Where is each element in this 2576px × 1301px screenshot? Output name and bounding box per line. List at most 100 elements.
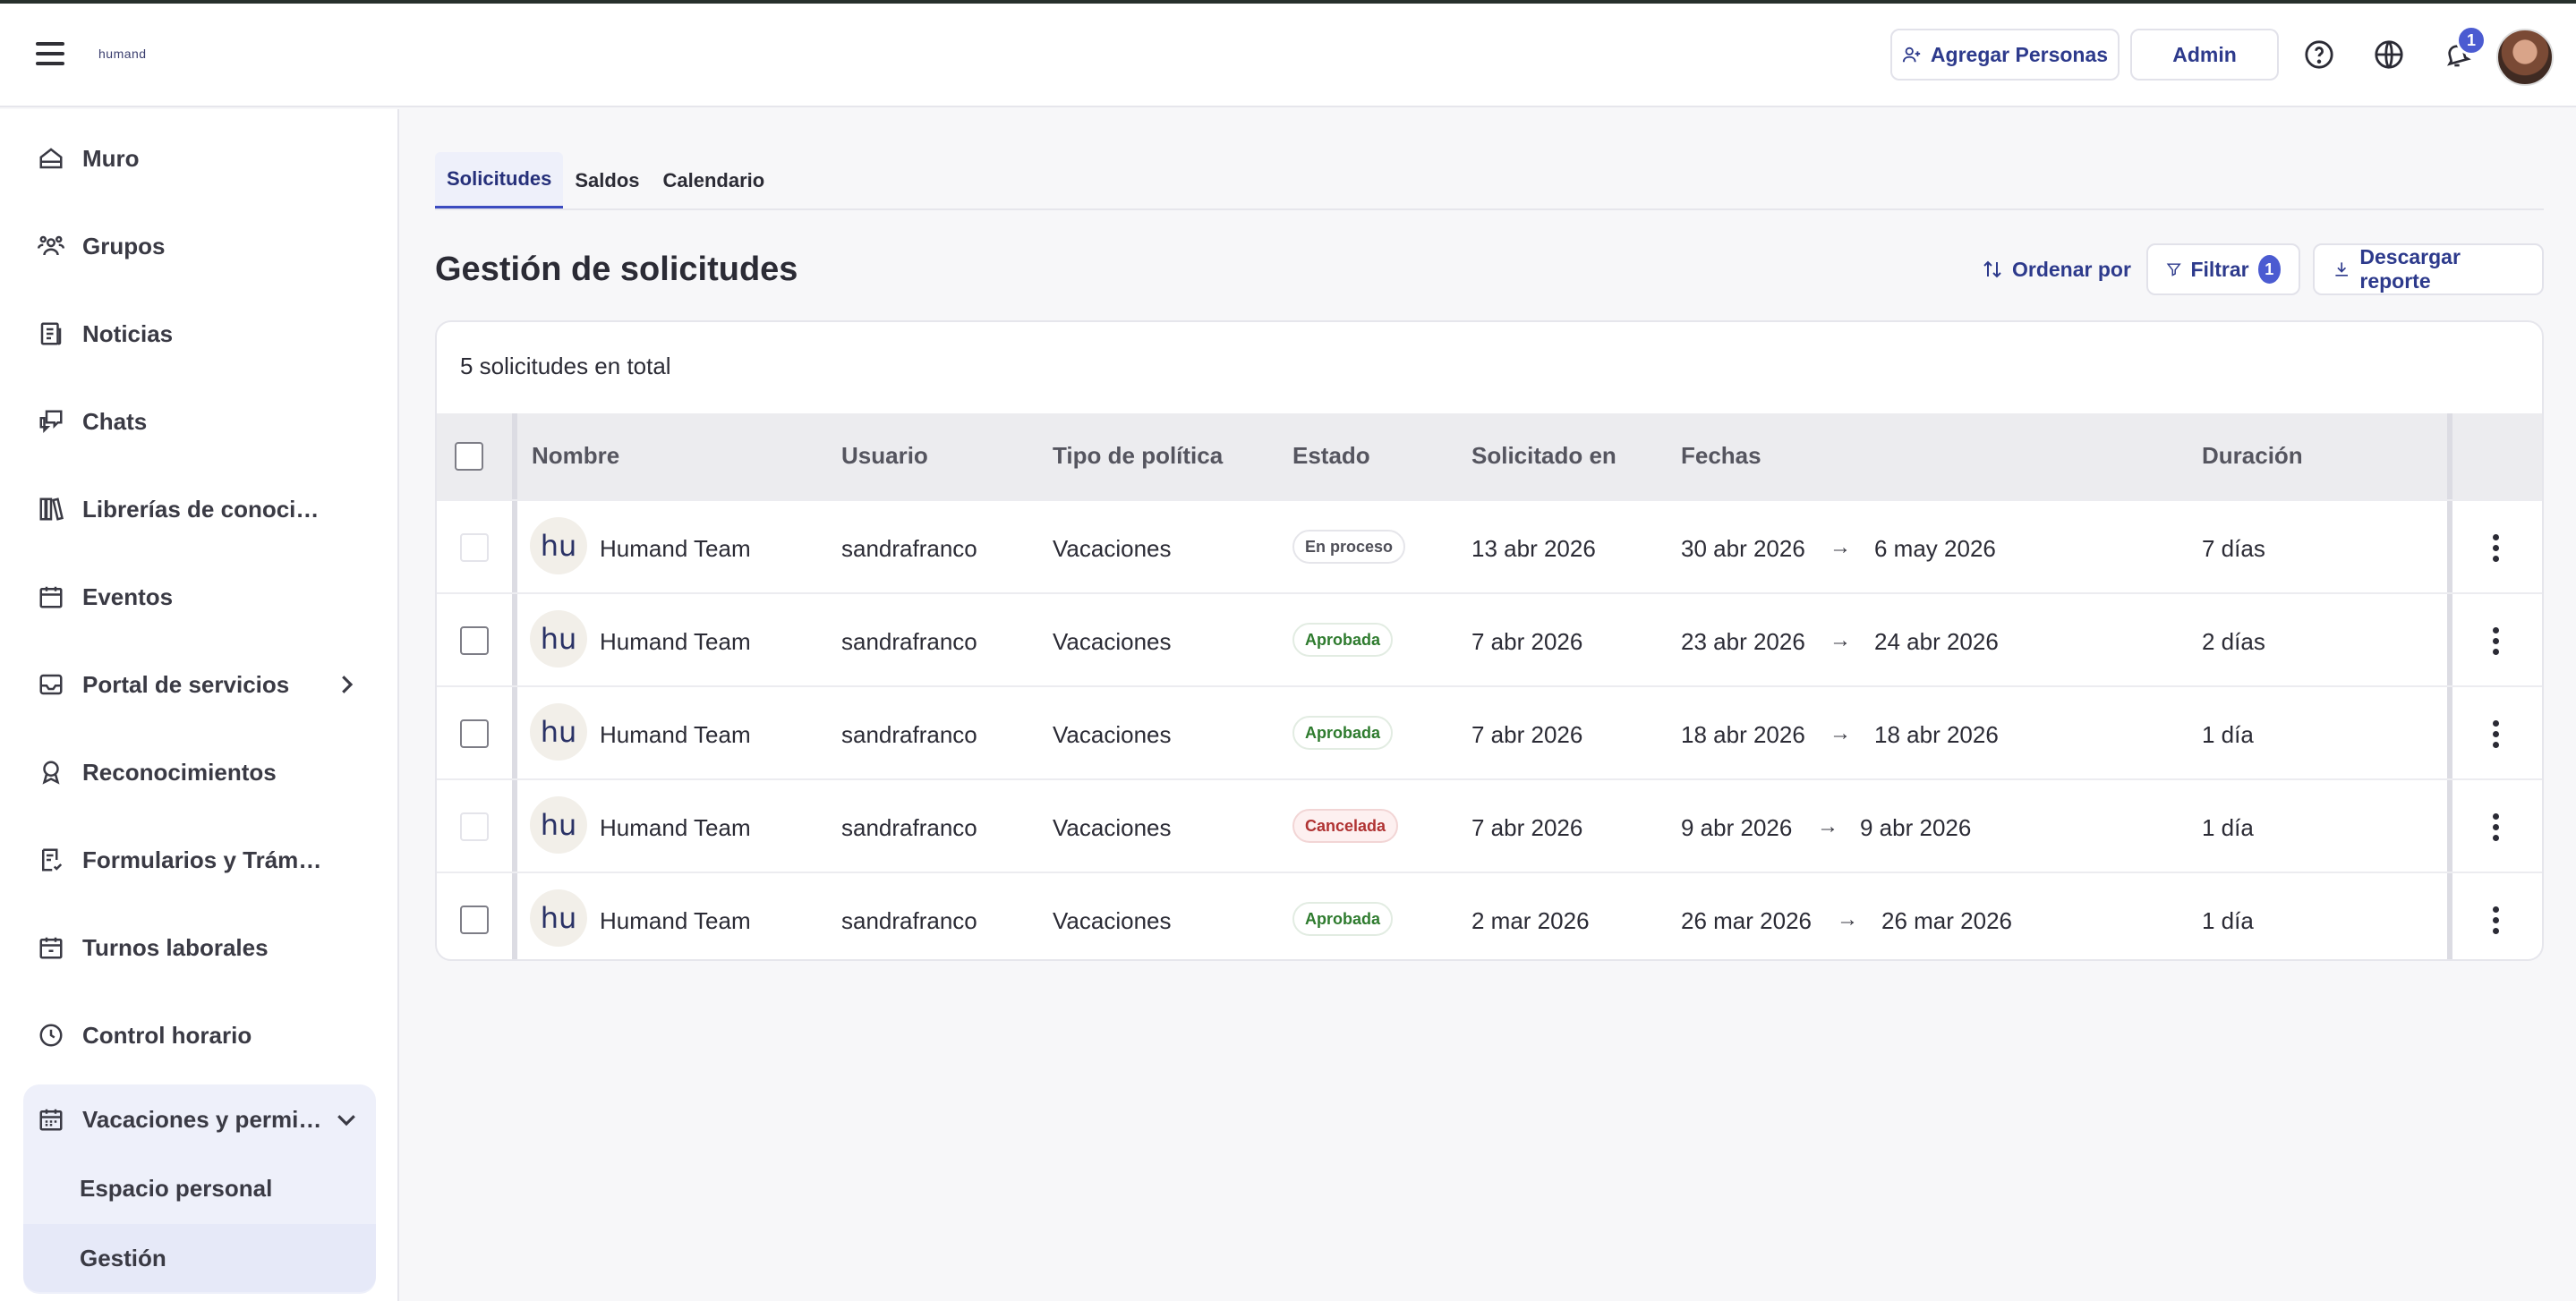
row-checkbox[interactable] (460, 906, 489, 934)
library-icon (36, 494, 66, 524)
arrow-right-icon: → (1830, 535, 1851, 559)
sidebar-item-reconocimientos[interactable]: Reconocimientos (23, 739, 376, 805)
filter-count-badge: 1 (2257, 255, 2281, 284)
chats-icon (36, 406, 66, 437)
table-row[interactable]: hu Humand Team sandrafranco Vacaciones A… (437, 685, 2542, 778)
column-header-usuario[interactable]: Usuario (841, 442, 928, 470)
sidebar-item-grupos[interactable]: Grupos (23, 213, 376, 279)
row-date-to: 6 may 2026 (1874, 535, 1996, 562)
avatar: hu (530, 610, 587, 668)
notification-badge: 1 (2456, 25, 2486, 55)
column-header-tipo-politica[interactable]: Tipo de política (1053, 442, 1223, 470)
page-title: Gestión de solicitudes (435, 251, 798, 288)
download-label: Descargar reporte (2359, 245, 2461, 293)
sidebar-subitem-gestion[interactable]: Gestión (23, 1224, 376, 1292)
column-header-nombre[interactable]: Nombre (532, 442, 619, 470)
sidebar-item-label: Turnos laborales (82, 933, 269, 961)
menu-icon[interactable] (36, 42, 64, 67)
sidebar-item-turnos[interactable]: Turnos laborales (23, 914, 376, 981)
row-requested: 7 abr 2026 (1471, 721, 1583, 748)
row-duration: 1 día (2202, 721, 2254, 748)
row-user: sandrafranco (841, 907, 977, 934)
row-checkbox[interactable] (460, 719, 489, 748)
table-row[interactable]: hu Humand Team sandrafranco Vacaciones C… (437, 778, 2542, 872)
avatar: hu (530, 796, 587, 854)
filter-button[interactable]: Filtrar 1 (2146, 243, 2300, 295)
filter-label: Filtrar (2190, 257, 2249, 281)
tab-calendario[interactable]: Calendario (652, 152, 777, 209)
sidebar-item-chats[interactable]: Chats (23, 388, 376, 455)
column-header-solicitado[interactable]: Solicitado en (1471, 442, 1616, 470)
row-user: sandrafranco (841, 721, 977, 748)
more-options-icon[interactable] (2478, 902, 2513, 938)
admin-label: Admin (2172, 42, 2237, 66)
row-policy: Vacaciones (1053, 721, 1172, 748)
sidebar-item-label: Eventos (82, 582, 174, 610)
sort-icon (1983, 260, 2001, 278)
top-header: humand Agregar Personas Admin 1 (0, 4, 2576, 107)
table-row[interactable]: hu Humand Team sandrafranco Vacaciones A… (437, 592, 2542, 685)
add-people-label: Agregar Personas (1930, 42, 2109, 66)
tab-saldos[interactable]: Saldos (563, 152, 651, 209)
more-options-icon[interactable] (2478, 809, 2513, 845)
sidebar-item-vacaciones[interactable]: Vacaciones y permis… (23, 1086, 376, 1152)
row-user: sandrafranco (841, 628, 977, 655)
sidebar-item-noticias[interactable]: Noticias (23, 301, 376, 367)
more-options-icon[interactable] (2478, 530, 2513, 565)
add-people-button[interactable]: Agregar Personas (1890, 29, 2120, 81)
sidebar-item-eventos[interactable]: Eventos (23, 564, 376, 630)
sidebar-item-control-horario[interactable]: Control horario (23, 1002, 376, 1068)
clock-icon (36, 1020, 66, 1050)
more-options-icon[interactable] (2478, 623, 2513, 659)
app-logo[interactable]: humand (98, 47, 147, 61)
home-icon (36, 143, 66, 174)
table-row[interactable]: hu Humand Team sandrafranco Vacaciones A… (437, 872, 2542, 959)
tab-solicitudes[interactable]: Solicitudes (435, 152, 564, 209)
sidebar-item-librerias[interactable]: Librerías de conocimiento (23, 476, 376, 542)
row-requested: 7 abr 2026 (1471, 628, 1583, 655)
sidebar-item-portal-servicios[interactable]: Portal de servicios (23, 651, 376, 718)
admin-button[interactable]: Admin (2130, 29, 2279, 81)
more-options-icon[interactable] (2478, 716, 2513, 752)
status-badge: Aprobada (1292, 716, 1394, 750)
select-all-checkbox[interactable] (455, 442, 483, 471)
avatar: hu (530, 889, 587, 947)
column-header-fechas[interactable]: Fechas (1681, 442, 1761, 470)
status-badge: Aprobada (1292, 623, 1394, 657)
form-icon (36, 845, 66, 875)
row-policy: Vacaciones (1053, 814, 1172, 841)
table-row[interactable]: hu Humand Team sandrafranco Vacaciones E… (437, 499, 2542, 592)
help-icon[interactable] (2302, 38, 2336, 72)
sidebar-item-formularios[interactable]: Formularios y Trámites (23, 827, 376, 893)
row-policy: Vacaciones (1053, 628, 1172, 655)
chevron-right-icon (342, 676, 354, 693)
sidebar-item-label: Noticias (82, 319, 174, 347)
award-icon (36, 757, 66, 787)
groups-icon (36, 231, 66, 261)
row-user: sandrafranco (841, 535, 977, 562)
row-checkbox (460, 533, 489, 562)
globe-icon[interactable] (2372, 38, 2406, 72)
column-header-estado[interactable]: Estado (1292, 442, 1370, 470)
row-duration: 1 día (2202, 907, 2254, 934)
inbox-icon (36, 669, 66, 700)
column-header-duracion[interactable]: Duración (2202, 442, 2303, 470)
sidebar-item-label: Portal de servicios (82, 670, 290, 698)
row-date-from: 26 mar 2026 (1681, 907, 1812, 934)
sidebar-item-muro[interactable]: Muro (23, 125, 376, 191)
sidebar-subitem-espacio-personal[interactable]: Espacio personal (23, 1154, 376, 1222)
arrow-right-icon: → (1830, 628, 1851, 652)
download-report-button[interactable]: Descargar reporte (2313, 243, 2544, 295)
status-badge: Cancelada (1292, 809, 1399, 843)
user-avatar[interactable] (2496, 29, 2554, 86)
sidebar-item-label: Grupos (82, 232, 166, 259)
sort-button[interactable]: Ordenar por (1964, 243, 2149, 295)
row-checkbox[interactable] (460, 626, 489, 655)
row-name: Humand Team (600, 628, 751, 655)
sidebar-item-label: Control horario (82, 1021, 252, 1049)
row-duration: 7 días (2202, 535, 2265, 562)
calendar-icon (36, 932, 66, 963)
avatar: hu (530, 517, 587, 574)
table-header: Nombre Usuario Tipo de política Estado S… (437, 413, 2542, 499)
row-requested: 2 mar 2026 (1471, 907, 1590, 934)
